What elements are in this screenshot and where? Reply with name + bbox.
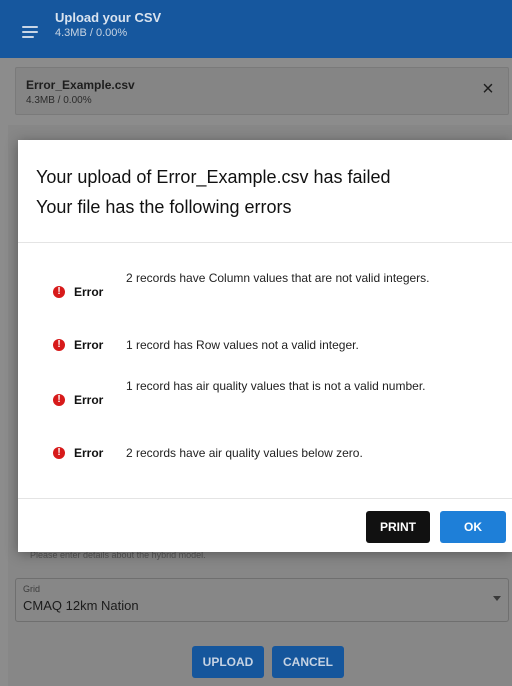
error-message: 1 record has air quality values that is … [126, 379, 426, 393]
dialog-title: Your upload of Error_Example.csv has fai… [36, 162, 502, 222]
grid-label: Grid [23, 584, 41, 594]
divider [18, 498, 512, 499]
error-label: Error [74, 285, 104, 299]
cancel-button[interactable]: CANCEL [272, 646, 344, 678]
error-dialog: Your upload of Error_Example.csv has fai… [18, 140, 512, 552]
divider [18, 242, 512, 243]
error-message: 2 records have Column values that are no… [126, 271, 430, 285]
file-card: Error_Example.csv 4.3MB / 0.00% × [15, 67, 509, 115]
error-label: Error [74, 446, 104, 460]
ok-button[interactable]: OK [440, 511, 506, 543]
error-icon [53, 394, 65, 406]
file-name: Error_Example.csv [26, 78, 135, 92]
grid-select[interactable]: Grid CMAQ 12km Nation [15, 578, 509, 622]
dialog-title-line-2: Your file has the following errors [36, 197, 292, 217]
dialog-title-line-1: Your upload of Error_Example.csv has fai… [36, 167, 391, 187]
print-button[interactable]: PRINT [366, 511, 430, 543]
close-icon[interactable]: × [478, 79, 498, 99]
error-icon [53, 286, 65, 298]
error-message: 2 records have air quality values below … [126, 446, 363, 460]
menu-icon[interactable] [22, 26, 38, 38]
grid-value: CMAQ 12km Nation [23, 598, 139, 613]
header-title: Upload your CSV [55, 10, 162, 25]
app-header: Upload your CSV 4.3MB / 0.00% [0, 0, 512, 58]
error-label: Error [74, 393, 104, 407]
header-subtitle: 4.3MB / 0.00% [55, 27, 128, 39]
error-label: Error [74, 338, 104, 352]
error-message: 1 record has Row values not a valid inte… [126, 338, 359, 352]
upload-button[interactable]: UPLOAD [192, 646, 264, 678]
dropdown-arrow-icon [493, 596, 501, 601]
error-icon [53, 339, 65, 351]
error-icon [53, 447, 65, 459]
file-size: 4.3MB / 0.00% [26, 95, 92, 106]
